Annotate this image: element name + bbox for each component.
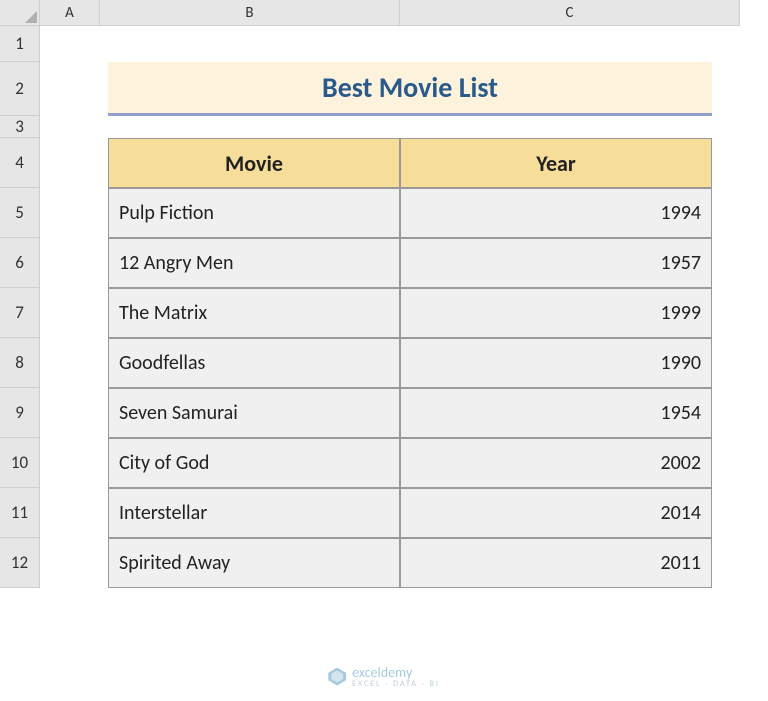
row-header-12[interactable]: 12 <box>0 538 40 588</box>
table-row-year[interactable]: 1990 <box>400 338 712 388</box>
column-header-b[interactable]: B <box>100 0 400 26</box>
cell-a11[interactable] <box>40 488 100 538</box>
cell-a4[interactable] <box>40 138 100 188</box>
row-header-10[interactable]: 10 <box>0 438 40 488</box>
table-header-movie[interactable]: Movie <box>108 138 400 188</box>
brand-hexagon-icon <box>328 668 346 686</box>
row-header-7[interactable]: 7 <box>0 288 40 338</box>
cell-a12[interactable] <box>40 538 100 588</box>
table-row-year[interactable]: 1957 <box>400 238 712 288</box>
table-row-movie[interactable]: Goodfellas <box>108 338 400 388</box>
table-row-year[interactable]: 1994 <box>400 188 712 238</box>
row-header-2[interactable]: 2 <box>0 62 40 116</box>
column-header-a[interactable]: A <box>40 0 100 26</box>
cell-a7[interactable] <box>40 288 100 338</box>
table-row-movie[interactable]: City of God <box>108 438 400 488</box>
cell-a9[interactable] <box>40 388 100 438</box>
table-row-year[interactable]: 1999 <box>400 288 712 338</box>
row-header-3[interactable]: 3 <box>0 116 40 138</box>
table-row-movie[interactable]: Interstellar <box>108 488 400 538</box>
cell-a6[interactable] <box>40 238 100 288</box>
table-row-movie[interactable]: The Matrix <box>108 288 400 338</box>
table-row-movie[interactable]: 12 Angry Men <box>108 238 400 288</box>
row-header-9[interactable]: 9 <box>0 388 40 438</box>
cell-b3[interactable] <box>100 116 740 138</box>
cell-a8[interactable] <box>40 338 100 388</box>
table-header-year[interactable]: Year <box>400 138 712 188</box>
cell-c1[interactable] <box>400 26 740 62</box>
row-header-4[interactable]: 4 <box>0 138 40 188</box>
cell-a5[interactable] <box>40 188 100 238</box>
table-row-year[interactable]: 2014 <box>400 488 712 538</box>
watermark: exceldemy EXCEL · DATA · BI <box>328 664 440 689</box>
cell-a2[interactable] <box>40 62 100 116</box>
row-header-8[interactable]: 8 <box>0 338 40 388</box>
row-header-6[interactable]: 6 <box>0 238 40 288</box>
column-header-c[interactable]: C <box>400 0 740 26</box>
data-table: Movie Year Pulp Fiction 1994 12 Angry Me… <box>108 138 712 588</box>
cell-b1[interactable] <box>100 26 400 62</box>
cell-a3[interactable] <box>40 116 100 138</box>
spreadsheet-grid: A B C 1 2 Best Movie List 3 4 Movie Year… <box>0 0 768 588</box>
table-row-movie[interactable]: Seven Samurai <box>108 388 400 438</box>
cell-a10[interactable] <box>40 438 100 488</box>
watermark-subtitle: EXCEL · DATA · BI <box>352 679 440 689</box>
row-header-5[interactable]: 5 <box>0 188 40 238</box>
select-all-corner[interactable] <box>0 0 40 26</box>
table-row-movie[interactable]: Spirited Away <box>108 538 400 588</box>
table-row-movie[interactable]: Pulp Fiction <box>108 188 400 238</box>
title-cell[interactable]: Best Movie List <box>108 62 712 116</box>
select-all-triangle-icon <box>25 11 37 23</box>
page-title: Best Movie List <box>322 70 498 105</box>
table-row-year[interactable]: 2002 <box>400 438 712 488</box>
table-row-year[interactable]: 1954 <box>400 388 712 438</box>
table-row-year[interactable]: 2011 <box>400 538 712 588</box>
cell-a1[interactable] <box>40 26 100 62</box>
row-header-11[interactable]: 11 <box>0 488 40 538</box>
row-header-1[interactable]: 1 <box>0 26 40 62</box>
